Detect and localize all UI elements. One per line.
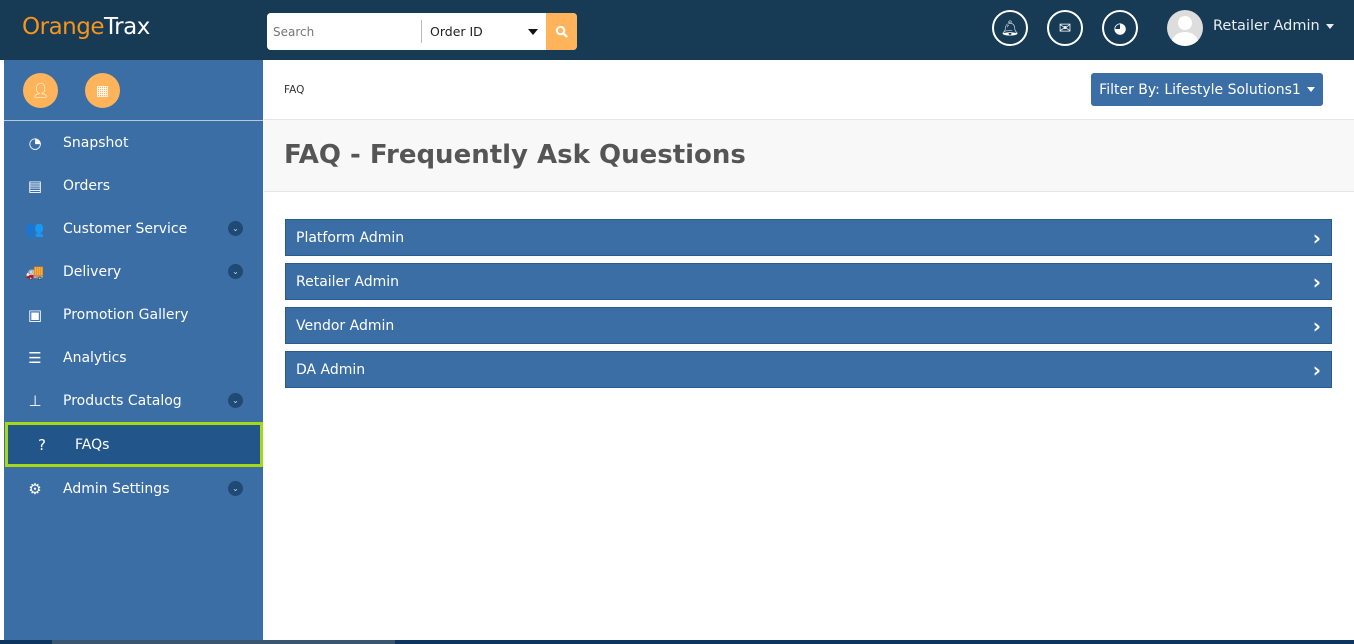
search-type-value: Order ID [430, 24, 483, 39]
gears-icon: ⚙ [28, 479, 42, 498]
search-icon [555, 25, 568, 38]
sidebar-item-label: FAQs [75, 436, 110, 453]
sidebar-item-label: Customer Service [63, 220, 188, 237]
list-icon: ☰ [28, 348, 42, 367]
globe-icon: ◕ [1113, 19, 1127, 37]
page-title: FAQ - Frequently Ask Questions [284, 140, 746, 170]
chevron-right-icon: › [1312, 225, 1321, 250]
page-header: FAQ - Frequently Ask Questions [264, 120, 1354, 192]
chevron-down-icon[interactable]: ⌄ [228, 481, 243, 496]
top-navbar: OrangeTrax Order ID 🔔︎ ✉ ◕ Retailer Admi… [0, 0, 1354, 60]
chevron-down-icon[interactable]: ⌄ [228, 221, 243, 236]
chevron-down-icon[interactable]: ⌄ [228, 264, 243, 279]
chevron-down-icon[interactable]: ⌄ [228, 393, 243, 408]
globe-button[interactable]: ◕ [1102, 10, 1138, 46]
faq-section-label: Platform Admin [296, 229, 405, 246]
chevron-right-icon: › [1312, 313, 1321, 338]
faq-section-vendor-admin[interactable]: Vendor Admin › [285, 307, 1332, 344]
filter-dropdown-button[interactable]: Filter By: Lifestyle Solutions1 [1091, 73, 1323, 106]
breadcrumb: FAQ [284, 84, 305, 96]
sidebar-item-label: Delivery [63, 263, 122, 280]
search-type-select[interactable]: Order ID [422, 13, 546, 50]
file-icon: ▤ [27, 176, 43, 195]
filter-label: Filter By: Lifestyle Solutions1 [1099, 81, 1301, 98]
sidebar: 👤︎ ▦ ◔ Snapshot ▤ Orders 👥 Customer Service ⌄ 🚚… [4, 60, 263, 640]
main-content: FAQ Filter By: Lifestyle Solutions1 FAQ … [264, 60, 1354, 640]
caret-down-icon [528, 28, 538, 35]
orangetrax-logo[interactable]: OrangeTrax [22, 14, 150, 40]
search-input[interactable] [267, 13, 421, 50]
avatar[interactable] [1167, 10, 1203, 46]
search-bar: Order ID [267, 13, 577, 50]
sidebar-item-customer-service[interactable]: 👥 Customer Service ⌄ [4, 207, 263, 250]
logo-trax: Trax [104, 14, 150, 40]
user-plus-icon: 👤︎ [31, 82, 50, 99]
bell-icon: 🔔︎ [1000, 19, 1020, 37]
faq-section-label: DA Admin [296, 361, 366, 378]
sidebar-item-snapshot[interactable]: ◔ Snapshot [4, 121, 263, 164]
sidebar-item-label: Snapshot [63, 134, 129, 151]
chevron-right-icon: › [1312, 269, 1321, 294]
faq-section-label: Vendor Admin [296, 317, 395, 334]
faq-section-label: Retailer Admin [296, 273, 399, 290]
sidebar-item-products-catalog[interactable]: ⊥ Products Catalog ⌄ [4, 379, 263, 422]
sidebar-item-analytics[interactable]: ☰ Analytics [4, 336, 263, 379]
logo-orange: range [39, 14, 105, 40]
taskbar [0, 640, 1354, 644]
caret-down-icon [1325, 23, 1334, 29]
dashboard-icon: ◔ [28, 133, 42, 152]
sidebar-item-label: Products Catalog [63, 392, 182, 409]
sidebar-item-admin-settings[interactable]: ⚙ Admin Settings ⌄ [4, 467, 263, 510]
messages-button[interactable]: ✉ [1047, 10, 1083, 46]
user-menu[interactable]: Retailer Admin [1213, 18, 1334, 34]
faq-section-retailer-admin[interactable]: Retailer Admin › [285, 263, 1332, 300]
faq-section-platform-admin[interactable]: Platform Admin › [285, 219, 1332, 256]
question-circle-icon: ? [38, 435, 46, 454]
notifications-button[interactable]: 🔔︎ [992, 10, 1028, 46]
sitemap-icon: ⊥ [28, 391, 42, 410]
users-icon: 👥 [25, 219, 45, 238]
store-icon: ▦ [95, 82, 110, 99]
chevron-right-icon: › [1312, 357, 1321, 382]
sidebar-item-label: Analytics [63, 349, 127, 366]
truck-icon: 🚚 [25, 262, 45, 281]
sidebar-item-delivery[interactable]: 🚚 Delivery ⌄ [4, 250, 263, 293]
image-icon: ▣ [27, 305, 43, 324]
sidebar-item-label: Promotion Gallery [63, 306, 189, 323]
sidebar-item-promotion-gallery[interactable]: ▣ Promotion Gallery [4, 293, 263, 336]
add-user-button[interactable]: 👤︎ [23, 73, 58, 108]
faq-section-da-admin[interactable]: DA Admin › [285, 351, 1332, 388]
sidebar-item-label: Orders [63, 177, 111, 194]
sidebar-item-faqs[interactable]: ? FAQs [5, 422, 263, 467]
breadcrumb-bar: FAQ Filter By: Lifestyle Solutions1 [264, 60, 1354, 120]
sidebar-item-label: Admin Settings [63, 480, 170, 497]
sidebar-nav: ◔ Snapshot ▤ Orders 👥 Customer Service ⌄ 🚚 Deliv… [4, 121, 263, 510]
quick-actions: 👤︎ ▦ [4, 60, 263, 121]
store-button[interactable]: ▦ [85, 73, 120, 108]
envelope-icon: ✉ [1058, 19, 1072, 37]
user-name: Retailer Admin [1213, 18, 1320, 34]
search-button[interactable] [546, 13, 577, 50]
caret-down-icon [1306, 87, 1315, 92]
logo-o: O [22, 14, 40, 40]
sidebar-item-orders[interactable]: ▤ Orders [4, 164, 263, 207]
taskbar-item [52, 640, 395, 644]
